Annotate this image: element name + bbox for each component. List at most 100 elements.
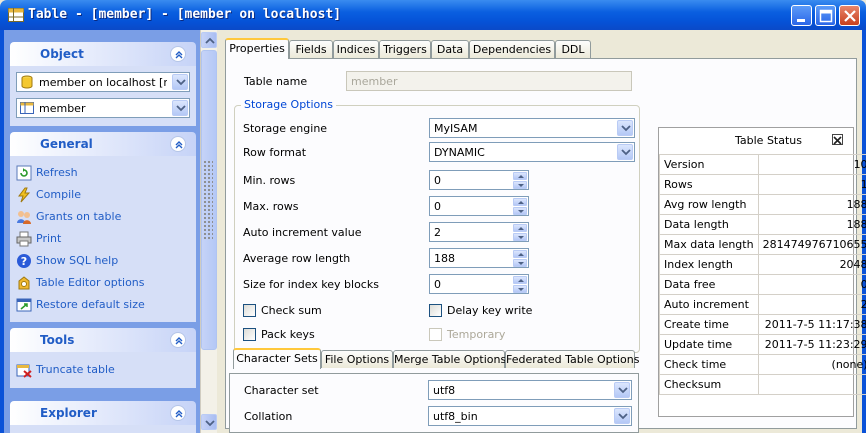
collation-label: Collation bbox=[244, 410, 293, 423]
collapse-icon[interactable] bbox=[170, 46, 186, 62]
tools-panel-title: Tools bbox=[40, 333, 75, 347]
tab-ddl[interactable]: DDL bbox=[555, 40, 591, 58]
tab-fields[interactable]: Fields bbox=[289, 40, 333, 58]
spin-down-icon[interactable] bbox=[513, 285, 527, 293]
tab-triggers[interactable]: Triggers bbox=[379, 40, 431, 58]
tab-character-sets[interactable]: Character Sets bbox=[233, 348, 321, 369]
character-sets-page: Character set utf8 Collation utf8_bin bbox=[229, 373, 639, 433]
min-rows-stepper[interactable]: 0 bbox=[429, 170, 529, 190]
pack-keys-checkbox[interactable]: Pack keys bbox=[243, 328, 363, 342]
collapse-icon[interactable] bbox=[170, 332, 186, 348]
object-panel-header[interactable]: Object bbox=[10, 42, 196, 66]
table-editor: Properties Fields Indices Triggers Data … bbox=[221, 34, 866, 433]
status-row: Data length 188 bbox=[659, 214, 866, 235]
chevron-down-icon[interactable] bbox=[614, 382, 630, 398]
table-combo[interactable]: member bbox=[16, 98, 190, 118]
database-combo-value: member on localhost [m bbox=[39, 76, 167, 89]
close-button[interactable] bbox=[839, 5, 860, 26]
status-value: 10 bbox=[757, 154, 866, 175]
tools-panel-header[interactable]: Tools bbox=[10, 328, 196, 352]
row-format-label: Row format bbox=[243, 146, 307, 159]
avg-row-length-label: Average row length bbox=[243, 252, 351, 265]
status-name: Index length bbox=[659, 254, 759, 275]
collation-select[interactable]: utf8_bin bbox=[428, 406, 632, 426]
tab-federated-table-options[interactable]: Federated Table Options bbox=[505, 350, 639, 368]
status-row: Version 10 bbox=[659, 154, 866, 175]
title-bar[interactable]: Table - [member] - [member on localhost] bbox=[0, 0, 866, 30]
minimize-button[interactable] bbox=[791, 5, 812, 26]
table-status-panel: Table Status Version 10 Rows 1 Avg row lengt… bbox=[658, 127, 866, 417]
tab-merge-table-options[interactable]: Merge Table Options bbox=[393, 350, 506, 368]
svg-text:?: ? bbox=[21, 255, 27, 268]
status-row: Update time 2011-7-5 11:23:29 bbox=[659, 334, 866, 355]
status-name: Auto increment bbox=[659, 294, 759, 315]
key-block-size-stepper[interactable]: 0 bbox=[429, 274, 529, 294]
auto-increment-stepper[interactable]: 2 bbox=[429, 222, 529, 242]
close-icon[interactable] bbox=[832, 134, 843, 145]
status-name: Version bbox=[659, 154, 759, 175]
status-row: Auto increment 2 bbox=[659, 294, 866, 315]
tab-file-options[interactable]: File Options bbox=[321, 350, 393, 368]
spin-up-icon[interactable] bbox=[513, 198, 527, 206]
status-row: Avg row length 188 bbox=[659, 194, 866, 215]
status-name: Data free bbox=[659, 274, 759, 295]
splitter-grip[interactable] bbox=[203, 160, 213, 240]
collapse-icon[interactable] bbox=[170, 136, 186, 152]
tab-properties[interactable]: Properties bbox=[225, 38, 289, 59]
status-value: 0 bbox=[757, 274, 866, 295]
status-value: 2011-7-5 11:17:38 bbox=[757, 314, 866, 335]
status-name: Max data length bbox=[659, 234, 759, 255]
chevron-down-icon[interactable] bbox=[172, 74, 188, 90]
chevron-down-icon[interactable] bbox=[172, 100, 188, 116]
spin-down-icon[interactable] bbox=[513, 259, 527, 267]
chevron-down-icon bbox=[205, 420, 215, 427]
storage-engine-select[interactable]: MyISAM bbox=[429, 118, 635, 138]
spin-down-icon[interactable] bbox=[513, 181, 527, 189]
table-status-title: Table Status bbox=[735, 134, 802, 147]
scroll-up-button[interactable] bbox=[201, 32, 217, 48]
spin-up-icon[interactable] bbox=[513, 172, 527, 180]
truncate-icon bbox=[16, 364, 32, 378]
status-value bbox=[757, 374, 866, 395]
tab-data[interactable]: Data bbox=[431, 40, 469, 58]
general-panel-header[interactable]: General bbox=[10, 132, 196, 156]
explorer-panel-header[interactable]: Explorer bbox=[10, 401, 196, 425]
avg-row-length-stepper[interactable]: 188 bbox=[429, 248, 529, 268]
chevron-down-icon[interactable] bbox=[617, 144, 633, 160]
spin-down-icon[interactable] bbox=[513, 207, 527, 215]
database-combo[interactable]: member on localhost [m bbox=[16, 72, 190, 92]
status-name: Checksum bbox=[659, 374, 759, 395]
max-rows-stepper[interactable]: 0 bbox=[429, 196, 529, 216]
temporary-checkbox: Temporary bbox=[429, 328, 549, 342]
row-format-select[interactable]: DYNAMIC bbox=[429, 142, 635, 162]
scroll-down-button[interactable] bbox=[201, 414, 217, 430]
table-name-label: Table name bbox=[244, 75, 308, 88]
storage-options-group: Storage Options Storage engine MyISAM Ro… bbox=[234, 98, 640, 353]
checksum-checkbox[interactable]: Check sum bbox=[243, 304, 363, 318]
restore-size-icon bbox=[16, 298, 32, 312]
collapse-icon[interactable] bbox=[170, 405, 186, 421]
help-icon: ? bbox=[17, 254, 31, 268]
status-name: Update time bbox=[659, 334, 759, 355]
chevron-down-icon[interactable] bbox=[614, 408, 630, 424]
status-value: 2011-7-5 11:23:29 bbox=[757, 334, 866, 355]
object-panel-title: Object bbox=[40, 47, 84, 61]
status-row: Data free 0 bbox=[659, 274, 866, 295]
spin-up-icon[interactable] bbox=[513, 276, 527, 284]
close-icon bbox=[844, 10, 856, 22]
database-icon bbox=[21, 75, 33, 89]
maximize-button[interactable] bbox=[815, 5, 836, 26]
status-value: 188 bbox=[757, 214, 866, 235]
tab-dependencies[interactable]: Dependencies bbox=[469, 40, 555, 58]
spin-up-icon[interactable] bbox=[513, 250, 527, 258]
spin-down-icon[interactable] bbox=[513, 233, 527, 241]
tab-indices[interactable]: Indices bbox=[333, 40, 379, 58]
spin-up-icon[interactable] bbox=[513, 224, 527, 232]
table-icon bbox=[20, 102, 34, 114]
character-set-select[interactable]: utf8 bbox=[428, 380, 632, 400]
chevron-down-icon[interactable] bbox=[617, 120, 633, 136]
status-value: 1 bbox=[757, 174, 866, 195]
delay-key-write-checkbox[interactable]: Delay key write bbox=[429, 304, 559, 318]
status-row: Rows 1 bbox=[659, 174, 866, 195]
status-value: (none) bbox=[757, 354, 866, 375]
